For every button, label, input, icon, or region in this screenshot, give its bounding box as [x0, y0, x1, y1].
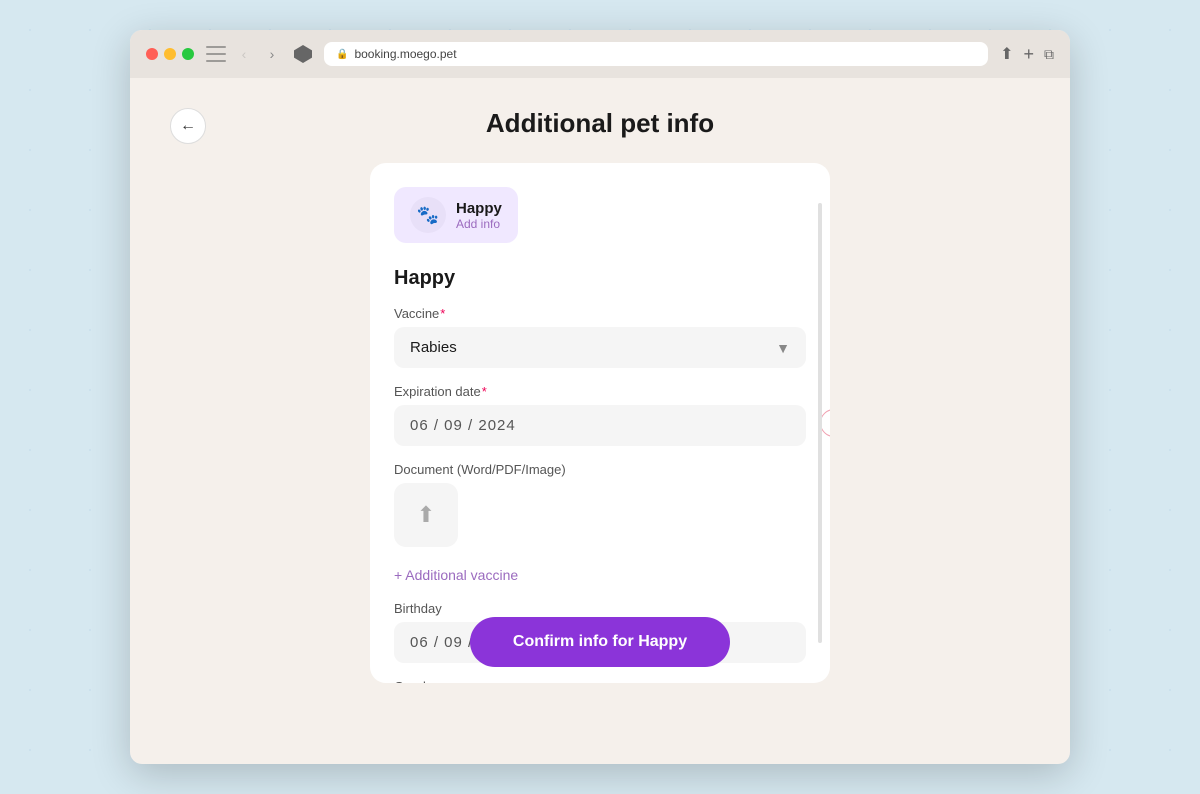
page-content: ← Additional pet info 🐾 Happy Add info H…	[130, 78, 1070, 764]
vaccine-value: Rabies	[410, 339, 457, 356]
form-section-title: Happy	[394, 267, 806, 290]
document-label: Document (Word/PDF/Image)	[394, 462, 806, 477]
forward-nav-button[interactable]: ›	[262, 44, 282, 64]
pet-tab-info: Happy Add info	[456, 200, 502, 231]
share-icon[interactable]: ⬆	[1000, 44, 1013, 64]
gender-field-group: Gender Female Male	[394, 679, 806, 683]
minimize-button[interactable]	[164, 48, 176, 60]
vaccine-label: Vaccine*	[394, 306, 806, 321]
sidebar-toggle-icon[interactable]	[206, 46, 226, 62]
browser-window: ‹ › 🔒 booking.moego.pet ⬆ + ⧉ ← Addition…	[130, 30, 1070, 764]
back-button[interactable]: ←	[170, 108, 206, 144]
new-tab-icon[interactable]: +	[1023, 44, 1034, 65]
browser-chrome: ‹ › 🔒 booking.moego.pet ⬆ + ⧉	[130, 30, 1070, 78]
close-button[interactable]	[146, 48, 158, 60]
extension-icon	[294, 45, 312, 63]
chevron-down-icon: ▼	[776, 340, 790, 356]
pet-tab-happy[interactable]: 🐾 Happy Add info	[394, 187, 518, 243]
document-field-group: Document (Word/PDF/Image) ⬆	[394, 462, 806, 547]
form-card: 🐾 Happy Add info Happy Vaccine* Rabies ▼	[370, 163, 830, 683]
expiration-input[interactable]: 06 / 09 / 2024	[394, 405, 806, 446]
pet-avatar: 🐾	[410, 197, 446, 233]
expiration-field-group: Expiration date* 06 / 09 / 2024	[394, 384, 806, 446]
back-arrow-icon: ←	[180, 117, 196, 135]
browser-actions: ⬆ + ⧉	[1000, 44, 1054, 65]
pet-tab-sub: Add info	[456, 217, 502, 231]
birthday-label: Birthday	[394, 601, 806, 616]
browser-controls: ‹ ›	[206, 44, 282, 64]
gender-label: Gender	[394, 679, 806, 683]
expiration-label: Expiration date*	[394, 384, 806, 399]
page-title: Additional pet info	[170, 108, 1030, 139]
maximize-button[interactable]	[182, 48, 194, 60]
vaccine-required-star: *	[440, 306, 445, 321]
lock-icon: 🔒	[336, 49, 348, 60]
tabs-icon[interactable]: ⧉	[1044, 46, 1054, 63]
scroll-indicator	[820, 409, 830, 437]
traffic-lights	[146, 48, 194, 60]
expiration-required-star: *	[482, 384, 487, 399]
url-text: booking.moego.pet	[354, 47, 456, 61]
confirm-button[interactable]: Confirm info for Happy	[470, 617, 730, 667]
back-nav-button[interactable]: ‹	[234, 44, 254, 64]
document-upload-button[interactable]: ⬆	[394, 483, 458, 547]
vaccine-field-group: Vaccine* Rabies ▼	[394, 306, 806, 368]
pet-tab-name: Happy	[456, 200, 502, 217]
upload-icon: ⬆	[417, 502, 435, 528]
add-vaccine-link[interactable]: + Additional vaccine	[394, 567, 518, 583]
address-bar[interactable]: 🔒 booking.moego.pet	[324, 42, 988, 66]
pet-tabs: 🐾 Happy Add info	[394, 187, 806, 243]
vaccine-select[interactable]: Rabies ▼	[394, 327, 806, 368]
